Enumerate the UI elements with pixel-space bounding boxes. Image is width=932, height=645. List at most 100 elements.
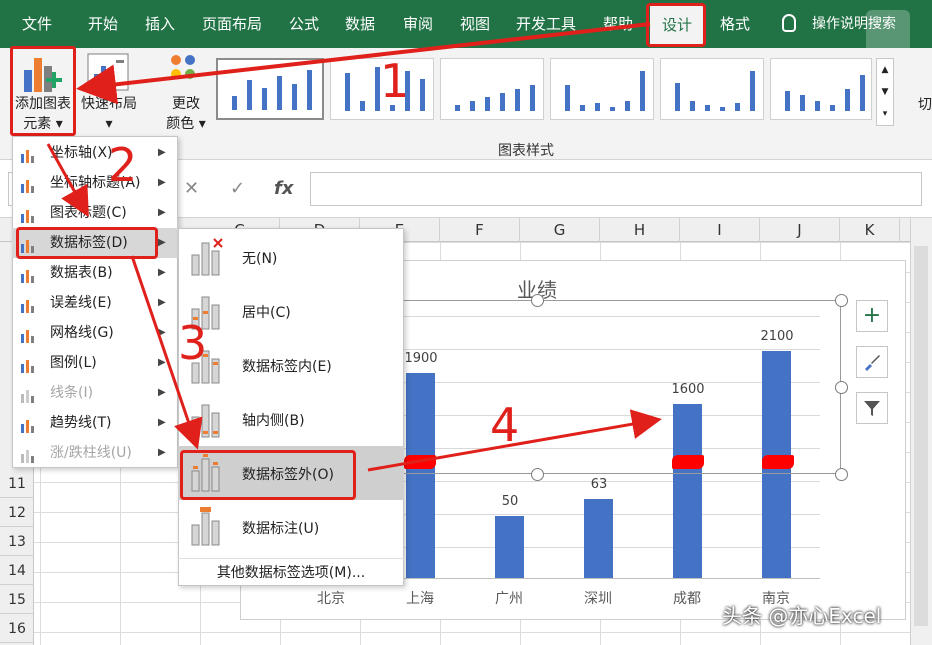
row-header-12[interactable]: 12 — [0, 499, 34, 527]
axes-icon — [20, 145, 36, 163]
thumb-bar — [705, 105, 710, 111]
bar-广州[interactable] — [495, 515, 524, 578]
thumb-bar — [515, 89, 520, 111]
tab-8[interactable]: 开发工具 — [516, 0, 576, 48]
tab-7[interactable]: 视图 — [460, 0, 490, 48]
brush-icon — [865, 355, 880, 371]
data-label-option-inside-base[interactable]: 轴内侧(B) — [178, 392, 404, 446]
tab-0[interactable]: 文件 — [22, 0, 52, 48]
chart-elements-button[interactable]: + — [856, 300, 888, 332]
chevron-down-icon: ▾ — [105, 116, 113, 132]
tab-4[interactable]: 公式 — [289, 0, 319, 48]
thumb-bar — [845, 89, 850, 111]
add-element-highlight — [10, 46, 76, 136]
category-label-广州: 广州 — [495, 591, 523, 607]
menu-item-axes[interactable]: 坐标轴(X) ▶ — [12, 138, 178, 168]
column-header-F[interactable]: F — [440, 218, 520, 242]
error-bars-icon — [20, 295, 36, 313]
switch-row-column-label[interactable]: 切 — [918, 94, 932, 114]
insert-function-icon[interactable]: fx — [274, 178, 293, 199]
category-label-深圳: 深圳 — [584, 591, 612, 607]
thumb-bar — [675, 83, 680, 111]
resize-handle[interactable] — [531, 468, 544, 481]
change-colors-button[interactable]: 更改 颜色 ▾ — [158, 94, 214, 134]
menu-item-up-down-bars: 涨/跌柱线(U) ▶ — [12, 438, 178, 468]
column-header-G[interactable]: G — [520, 218, 600, 242]
chevron-right-icon: ▶ — [158, 177, 166, 188]
tab-11[interactable]: 格式 — [720, 0, 750, 48]
resize-handle[interactable] — [835, 468, 848, 481]
menu-item-data-table[interactable]: 数据表(B) ▶ — [12, 258, 178, 288]
thumb-bar — [247, 80, 252, 110]
data-label-广州[interactable]: 50 — [480, 494, 540, 509]
menu-item-legend[interactable]: 图例(L) ▶ — [12, 348, 178, 378]
menu-item-gridlines[interactable]: 网格线(G) ▶ — [12, 318, 178, 348]
row-header-13[interactable]: 13 — [0, 528, 34, 556]
callout-number-2: 2 — [108, 138, 138, 192]
menu-item-label: 线条(I) — [50, 385, 94, 401]
bar-深圳[interactable] — [584, 499, 613, 578]
data-label-option-data-callout[interactable]: 数据标注(U) — [178, 500, 404, 554]
data-label-option-center[interactable]: 居中(C) — [178, 284, 404, 338]
data-label-深圳[interactable]: 63 — [569, 477, 629, 492]
menu-item-axis-title[interactable]: 坐标轴标题(A) ▶ — [12, 168, 178, 198]
tab-2[interactable]: 插入 — [145, 0, 175, 48]
menu-item-label: 误差线(E) — [50, 295, 112, 311]
data-label-option-inside-end[interactable]: 数据标签内(E) — [178, 338, 404, 392]
quick-layout-button[interactable]: 快速布局 ▾ — [76, 94, 142, 134]
chart-style-thumb-4[interactable] — [550, 58, 654, 120]
chevron-down-icon[interactable]: ▼ — [877, 81, 893, 103]
tab-9[interactable]: 帮助 — [603, 0, 633, 48]
data-labels-highlight — [16, 227, 158, 259]
more-data-label-options[interactable]: 其他数据标签选项(M)... — [178, 558, 404, 586]
data-label-option-label: 轴内侧(B) — [242, 413, 305, 429]
row-header-11[interactable]: 11 — [0, 470, 34, 498]
chart-style-thumb-6[interactable] — [770, 58, 872, 120]
lightbulb-icon — [782, 14, 796, 32]
chart-styles-button[interactable] — [856, 346, 888, 378]
change-colors-label-1: 更改 — [172, 96, 200, 112]
confirm-icon[interactable]: ✓ — [230, 178, 245, 199]
row-header-15[interactable]: 15 — [0, 586, 34, 614]
column-header-H[interactable]: H — [600, 218, 680, 242]
chart-styles-group-label: 图表样式 — [498, 143, 554, 159]
vertical-scroll-thumb[interactable] — [914, 246, 928, 626]
chevron-right-icon: ▶ — [158, 447, 166, 458]
watermark: 头条 @亦心Excel — [722, 604, 882, 628]
row-header-14[interactable]: 14 — [0, 557, 34, 585]
data-label-option-none[interactable]: 无(N) — [178, 230, 404, 284]
resize-handle[interactable] — [835, 381, 848, 394]
chart-style-thumb-3[interactable] — [440, 58, 544, 120]
resize-handle[interactable] — [531, 294, 544, 307]
tab-5[interactable]: 数据 — [345, 0, 375, 48]
thumb-bar — [800, 95, 805, 111]
tab-3[interactable]: 页面布局 — [202, 0, 262, 48]
menu-item-trendline[interactable]: 趋势线(T) ▶ — [12, 408, 178, 438]
cancel-icon[interactable]: ✕ — [184, 178, 199, 199]
tab-6[interactable]: 审阅 — [403, 0, 433, 48]
thumb-bar — [815, 101, 820, 111]
column-header-J[interactable]: J — [760, 218, 840, 242]
legend-icon — [20, 355, 36, 373]
tab-1[interactable]: 开始 — [88, 0, 118, 48]
chart-style-thumb-5[interactable] — [660, 58, 764, 120]
menu-item-error-bars[interactable]: 误差线(E) ▶ — [12, 288, 178, 318]
resize-handle[interactable] — [835, 294, 848, 307]
change-colors-icon[interactable] — [168, 52, 208, 92]
axis-break-mark — [404, 455, 436, 469]
thumb-bar — [232, 96, 237, 110]
chevron-right-icon: ▶ — [158, 297, 166, 308]
chevron-up-icon[interactable]: ▲ — [877, 59, 893, 81]
more-styles-icon[interactable]: ▾ — [877, 103, 893, 125]
chart-filters-button[interactable] — [856, 392, 888, 424]
data-label-option-label: 居中(C) — [242, 305, 291, 321]
menu-item-chart-title[interactable]: 图表标题(C) ▶ — [12, 198, 178, 228]
formula-input[interactable] — [310, 172, 922, 206]
column-header-K[interactable]: K — [840, 218, 900, 242]
row-header-16[interactable]: 16 — [0, 615, 34, 643]
chart-style-thumb-1[interactable] — [216, 58, 324, 120]
gallery-scrollbar[interactable]: ▲ ▼ ▾ — [876, 58, 894, 126]
plus-icon: + — [862, 303, 882, 328]
column-header-I[interactable]: I — [680, 218, 760, 242]
thumb-bar — [785, 91, 790, 111]
